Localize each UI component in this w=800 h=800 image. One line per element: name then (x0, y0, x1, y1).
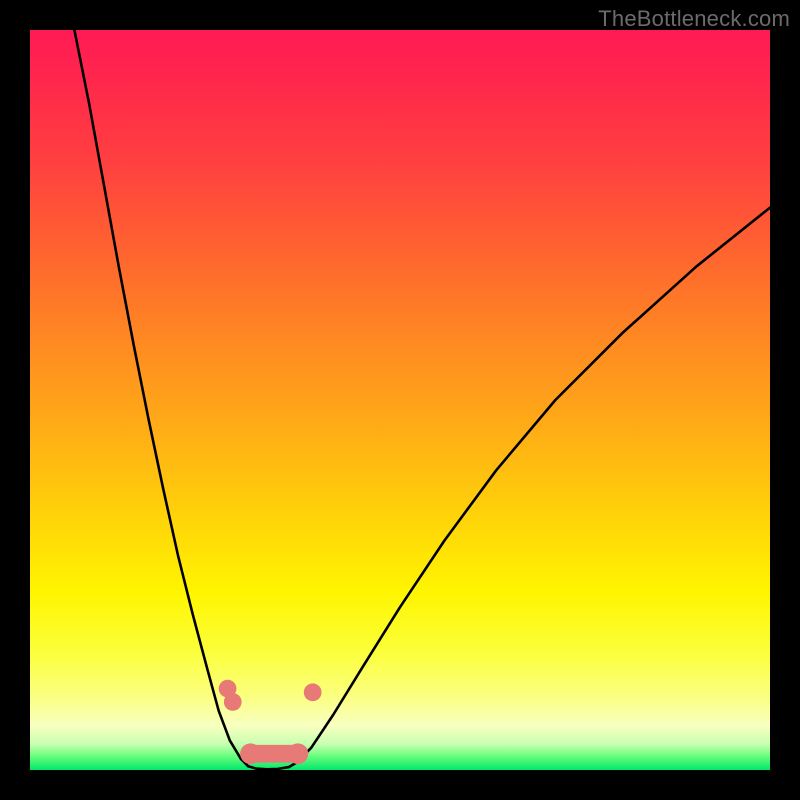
right-dot-upper (304, 683, 322, 701)
curve-svg (30, 30, 770, 770)
chart-frame: TheBottleneck.com (0, 0, 800, 800)
plot-area (30, 30, 770, 770)
marker-layer (219, 680, 322, 764)
left-dot-lower (224, 693, 242, 711)
floor-cap-right (288, 743, 309, 764)
series-valley-floor (248, 763, 296, 770)
series-right-branch (296, 208, 770, 763)
watermark-text: TheBottleneck.com (598, 6, 790, 32)
floor-cap-left (240, 743, 261, 764)
curve-layer (74, 30, 770, 769)
series-left-branch (74, 30, 248, 766)
